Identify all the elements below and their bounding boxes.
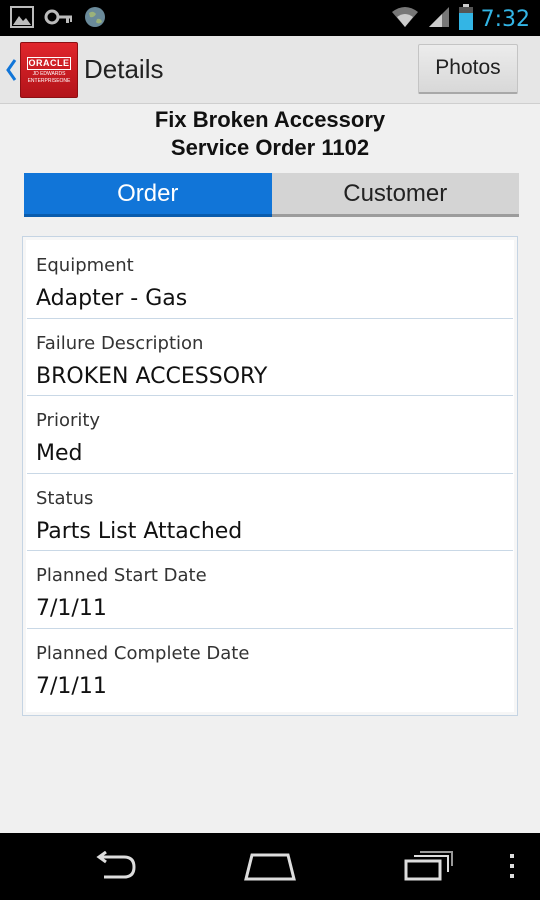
detail-label: Planned Complete Date xyxy=(36,642,250,664)
logo-text-enterpriseone: ENTERPRISEONE xyxy=(27,78,71,84)
order-title: Fix Broken Accessory xyxy=(154,107,386,132)
recent-apps-icon[interactable] xyxy=(404,851,454,886)
signal-icon xyxy=(427,5,451,34)
tab-order[interactable]: Order xyxy=(24,173,272,217)
action-bar: ORACLE JD EDWARDS ENTERPRISEONE Details … xyxy=(0,36,540,104)
order-number: Service Order 1102 xyxy=(170,135,370,160)
detail-value: Parts List Attached xyxy=(36,518,243,544)
detail-value: 7/1/11 xyxy=(36,673,107,699)
photos-button[interactable]: Photos xyxy=(418,44,518,94)
detail-row-failure-description: Failure Description BROKEN ACCESSORY xyxy=(27,319,513,396)
segmented-tabs: Order Customer xyxy=(24,173,519,217)
detail-label: Equipment xyxy=(36,255,134,276)
battery-icon xyxy=(458,4,473,35)
logo-text-jde: JD EDWARDS xyxy=(32,71,66,77)
detail-row-status: Status Parts List Attached xyxy=(27,474,513,551)
oracle-jde-logo[interactable]: ORACLE JD EDWARDS ENTERPRISEONE xyxy=(20,42,78,98)
back-icon[interactable] xyxy=(88,850,138,886)
detail-row-priority: Priority Med xyxy=(27,396,513,474)
detail-row-planned-complete-date: Planned Complete Date 7/1/11 xyxy=(27,629,513,707)
clock: 7:32 xyxy=(480,7,530,32)
detail-label: Priority xyxy=(36,410,101,431)
detail-value: Adapter - Gas xyxy=(36,286,188,311)
system-navigation-bar xyxy=(0,833,540,900)
detail-value: 7/1/11 xyxy=(36,596,107,621)
order-header: Fix Broken Accessory Service Order 1102 xyxy=(0,106,540,162)
detail-value: Med xyxy=(36,441,83,466)
details-panel: Equipment Adapter - Gas Failure Descript… xyxy=(22,236,518,716)
up-navigation-chevron-icon[interactable] xyxy=(4,58,18,82)
system-status: 7:32 xyxy=(391,4,530,35)
page-title: Details xyxy=(84,54,164,84)
detail-row-planned-start-date: Planned Start Date 7/1/11 xyxy=(27,551,513,629)
key-icon xyxy=(44,6,74,33)
notification-icons xyxy=(10,6,106,33)
logo-text-oracle: ORACLE xyxy=(27,57,71,70)
detail-row-equipment: Equipment Adapter - Gas xyxy=(27,241,513,319)
wifi-icon xyxy=(391,5,419,34)
detail-label: Failure Description xyxy=(36,332,204,354)
tab-customer[interactable]: Customer xyxy=(271,173,519,217)
detail-value: BROKEN ACCESSORY xyxy=(36,363,268,389)
home-icon[interactable] xyxy=(242,851,298,886)
gallery-icon xyxy=(10,6,34,33)
detail-label: Planned Start Date xyxy=(36,565,207,586)
detail-label: Status xyxy=(36,487,94,509)
overflow-menu-icon[interactable] xyxy=(508,851,516,886)
globe-icon xyxy=(84,6,106,33)
status-bar: 7:32 xyxy=(0,0,540,36)
